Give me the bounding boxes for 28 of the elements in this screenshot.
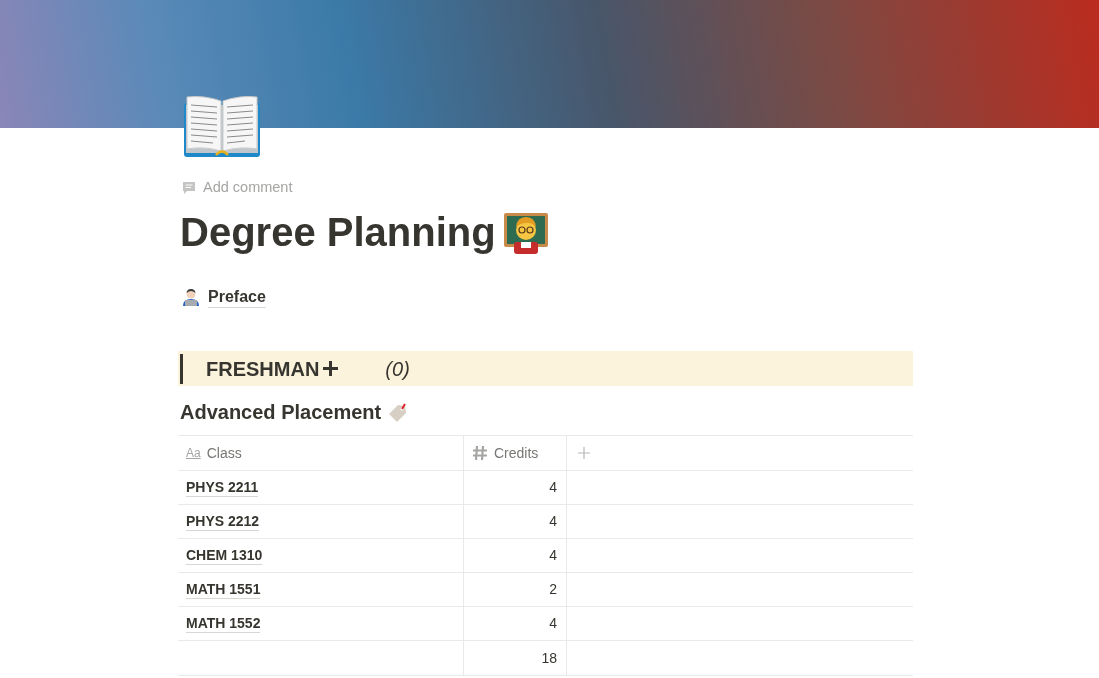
column-header[interactable]: Aa Class [178,436,463,471]
page-title: Degree Planning [180,209,496,256]
credits-cell: 4 [463,607,567,641]
credits-cell: 4 [463,471,567,505]
page-link[interactable]: Preface [208,286,266,308]
column-header[interactable]: Credits [463,436,567,471]
count-text: (0) [385,356,410,382]
person-with-laptop-icon [182,288,200,306]
class-link[interactable]: PHYS 2212 [186,512,260,531]
comment-icon [182,181,196,195]
credits-cell: 4 [463,505,567,539]
sum-cell: 18 [463,641,567,676]
class-link[interactable]: MATH 1552 [186,614,261,633]
credits-cell: 4 [463,539,567,573]
add-column-button[interactable] [576,445,592,461]
tag-icon [387,401,408,423]
person-at-chalkboard-icon [503,212,548,254]
class-link[interactable]: PHYS 2211 [186,478,259,497]
class-link[interactable]: MATH 1551 [186,580,261,599]
section-heading: Advanced Placement [180,400,382,425]
callout-title: FRESHMAN [206,356,320,382]
hash-icon [472,445,488,461]
add-icon [578,447,590,459]
class-link[interactable]: CHEM 1310 [186,546,263,565]
text-property-icon: Aa [186,446,201,460]
open-book-icon [183,95,261,159]
credits-cell: 2 [463,573,567,607]
plus-icon [323,361,339,376]
